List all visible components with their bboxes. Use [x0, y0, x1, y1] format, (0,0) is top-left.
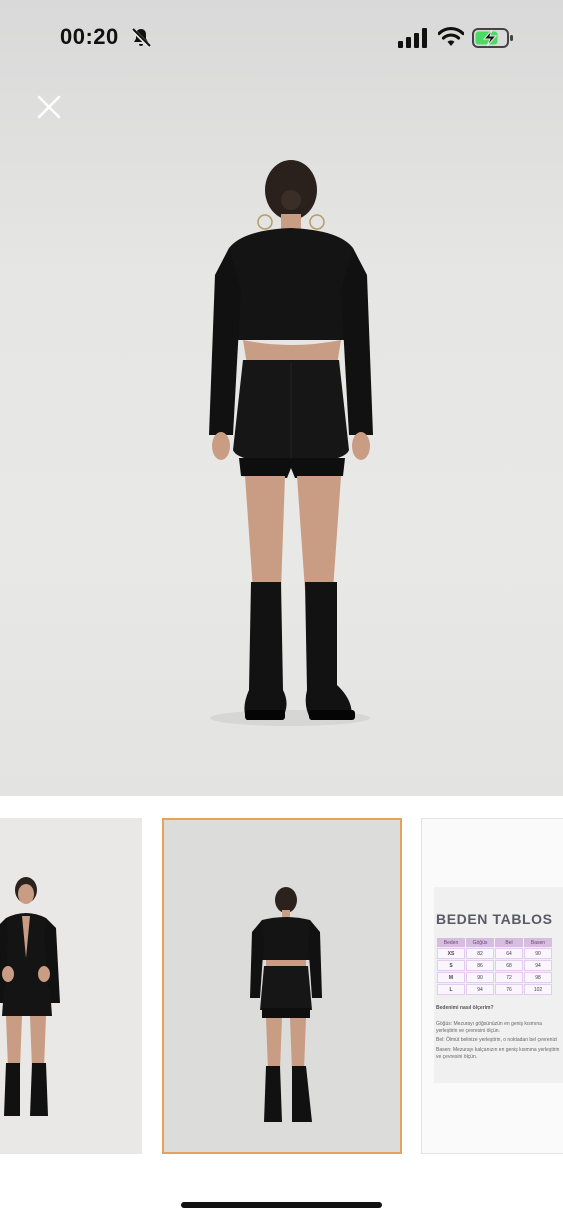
close-icon[interactable]	[32, 90, 66, 124]
note-line: Basen: Mezurayı kalçanızın en geniş kısm…	[436, 1047, 560, 1053]
home-indicator[interactable]	[181, 1202, 382, 1208]
note-line: yerleştirin ve çevresini ölçün.	[436, 1028, 500, 1034]
header-cell: Bel	[495, 938, 523, 947]
table-row: S 86 68 94	[437, 960, 552, 971]
size-chart: BEDEN TABLOS Beden Göğüs Bel Basen XS 82…	[434, 887, 563, 1083]
model-front-thumbnail	[0, 877, 60, 1116]
size-table: Beden Göğüs Bel Basen XS 82 64 90 S 86 6…	[436, 937, 553, 996]
main-product-image[interactable]: 00:20	[0, 0, 563, 796]
thumbnail-size-chart[interactable]: BEDEN TABLOS Beden Göğüs Bel Basen XS 82…	[421, 818, 563, 1154]
value-cell: 90	[466, 972, 494, 983]
value-cell: 82	[466, 948, 494, 959]
size-cell: M	[437, 972, 465, 983]
table-row: M 90 72 98	[437, 972, 552, 983]
value-cell: 72	[495, 972, 523, 983]
howto-title: Bedenimi nasıl ölçerim?	[436, 1005, 494, 1011]
thumbnail-front-view[interactable]	[0, 818, 142, 1154]
value-cell: 94	[466, 984, 494, 995]
value-cell: 68	[495, 960, 523, 971]
size-chart-title: BEDEN TABLOS	[436, 911, 553, 927]
table-row: L 94 76 102	[437, 984, 552, 995]
header-cell: Göğüs	[466, 938, 494, 947]
model-back-thumbnail	[250, 887, 322, 1122]
size-cell: S	[437, 960, 465, 971]
cellular-signal-icon	[398, 28, 427, 48]
wifi-icon	[438, 26, 464, 46]
status-bar: 00:20	[0, 0, 563, 78]
value-cell: 86	[466, 960, 494, 971]
size-cell: L	[437, 984, 465, 995]
value-cell: 90	[524, 948, 552, 959]
value-cell: 94	[524, 960, 552, 971]
bell-slash-icon	[130, 27, 152, 49]
value-cell: 76	[495, 984, 523, 995]
battery-charging-icon	[472, 28, 513, 48]
thumbnail-back-view-selected[interactable]	[162, 818, 402, 1154]
value-cell: 102	[524, 984, 552, 995]
value-cell: 64	[495, 948, 523, 959]
header-cell: Beden	[437, 938, 465, 947]
size-table-header: Beden Göğüs Bel Basen	[437, 938, 552, 947]
status-time: 00:20	[60, 24, 119, 49]
note-line: Göğüs: Mezurayı göğsünüzün en geniş kısm…	[436, 1021, 542, 1027]
note-line: Bel: Ölmüt belinize yerleştirin, o nokta…	[436, 1037, 558, 1043]
size-cell: XS	[437, 948, 465, 959]
header-cell: Basen	[524, 938, 552, 947]
model-figure	[209, 160, 373, 726]
value-cell: 98	[524, 972, 552, 983]
note-line: ve çevresini ölçün.	[436, 1054, 478, 1060]
table-row: XS 82 64 90	[437, 948, 552, 959]
